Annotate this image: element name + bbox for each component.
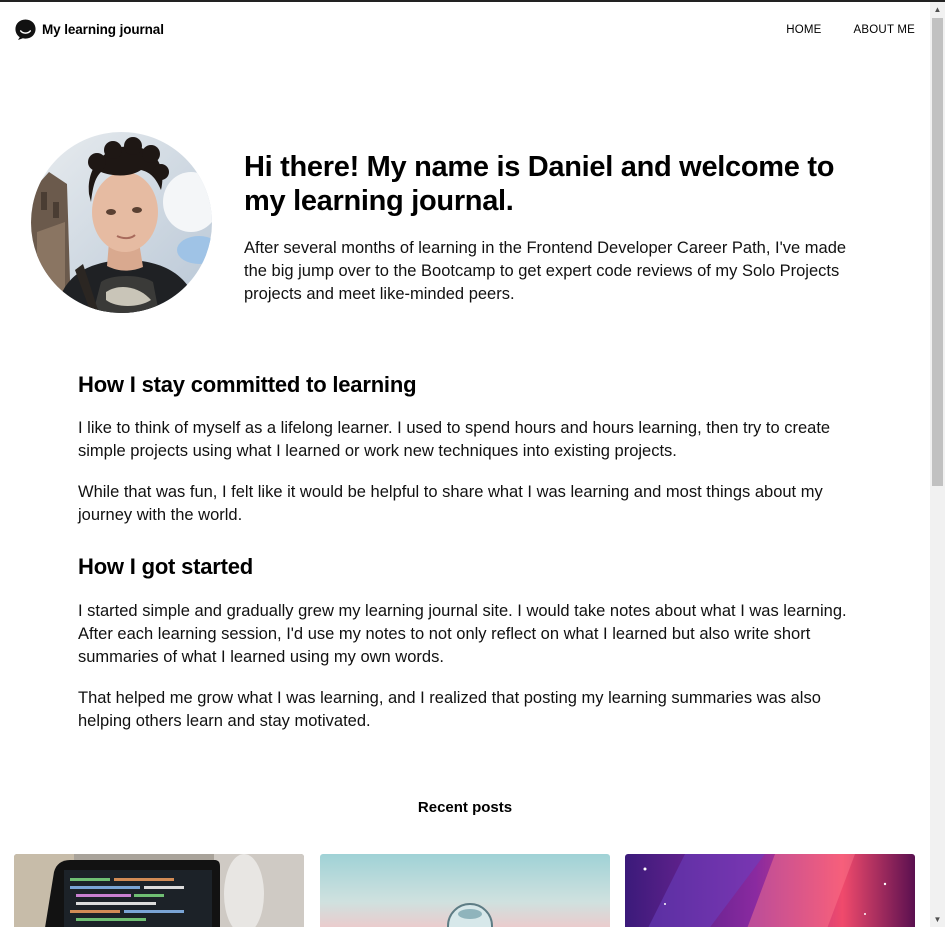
chat-bubble-icon: [15, 19, 36, 41]
section-title-started: How I got started: [78, 554, 254, 579]
nav-home[interactable]: HOME: [786, 24, 821, 36]
site-header: My learning journal HOME ABOUT ME: [0, 2, 930, 60]
hero-intro: After several months of learning in the …: [244, 239, 847, 303]
recent-posts-title: Recent posts: [417, 799, 513, 816]
post-card-abstract[interactable]: [625, 854, 915, 927]
profile-photo: [31, 132, 212, 313]
section-paragraph: That helped me grow what I was learning,…: [78, 689, 821, 730]
brand-link[interactable]: My learning journal: [14, 18, 164, 41]
section-paragraph: While that was fun, I felt like it would…: [78, 483, 823, 524]
brand-name: My learning journal: [42, 22, 164, 37]
page: My learning journal HOME ABOUT ME Hi the…: [0, 2, 930, 927]
main-nav: HOME ABOUT ME: [786, 24, 915, 36]
scroll-down-arrow-icon[interactable]: ▼: [930, 912, 945, 927]
section-paragraph: I started simple and gradually grew my l…: [78, 602, 847, 666]
vertical-scrollbar[interactable]: ▲ ▼: [930, 2, 945, 927]
post-card-laptop[interactable]: [14, 854, 304, 927]
section-paragraph: I like to think of myself as a lifelong …: [78, 419, 831, 460]
recent-posts-grid: [14, 854, 915, 927]
scrollbar-thumb[interactable]: [932, 18, 943, 486]
hero-title: Hi there! My name is Daniel and welcome …: [244, 151, 835, 217]
nav-about-me[interactable]: ABOUT ME: [854, 24, 915, 36]
section-title-committed: How I stay committed to learning: [78, 372, 417, 397]
scroll-up-arrow-icon[interactable]: ▲: [930, 2, 945, 17]
post-card-crystal-ball[interactable]: [320, 854, 610, 927]
